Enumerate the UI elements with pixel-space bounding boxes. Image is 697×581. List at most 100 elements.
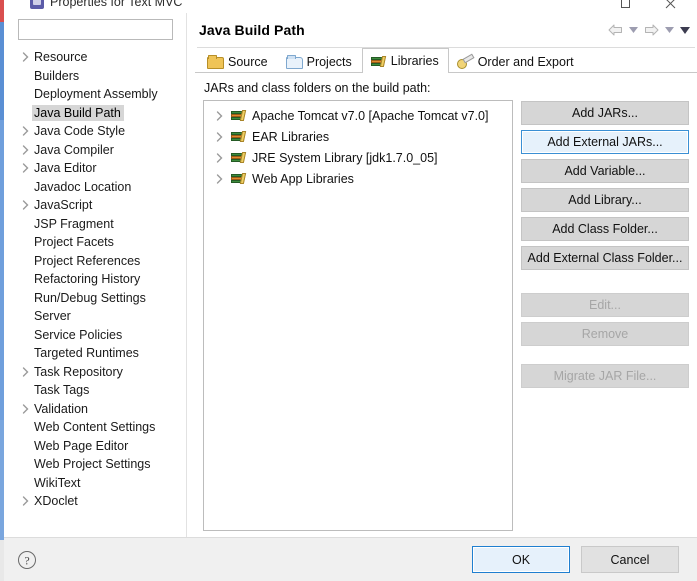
sidebar-item-label: Java Compiler	[34, 142, 114, 157]
sidebar-item-label: Server	[34, 309, 71, 324]
sidebar-item-label: Refactoring History	[34, 272, 141, 287]
forward-arrow-icon[interactable]	[642, 21, 661, 39]
settings-tree: Resource Builders Deployment Assembly Java …	[0, 46, 186, 537]
list-item-label: Web App Libraries	[252, 171, 354, 186]
sidebar-item-label: JavaScript	[34, 198, 93, 213]
sidebar-item-deployment-assembly[interactable]: Deployment Assembly	[0, 85, 186, 104]
sidebar-item-project-references[interactable]: Project References	[0, 252, 186, 271]
tab-projects[interactable]: Projects	[278, 49, 362, 73]
tab-label: Libraries	[390, 54, 439, 68]
sidebar-item-label: Java Build Path	[32, 104, 124, 121]
add-library-button[interactable]: Add Library...	[521, 188, 689, 212]
page-menu-chevron-down-icon[interactable]	[678, 21, 691, 39]
sidebar-item-task-tags[interactable]: Task Tags	[0, 381, 186, 400]
sidebar-item-label: Task Tags	[34, 383, 90, 398]
sidebar-item-targeted-runtimes[interactable]: Targeted Runtimes	[0, 344, 186, 363]
sidebar-item-javascript[interactable]: JavaScript	[0, 196, 186, 215]
list-item-label: JRE System Library [jdk1.7.0_05]	[252, 150, 438, 165]
list-item[interactable]: Apache Tomcat v7.0 [Apache Tomcat v7.0]	[204, 105, 512, 126]
dialog-body: Resource Builders Deployment Assembly Java …	[0, 13, 697, 537]
sidebar-item-wikitext[interactable]: WikiText	[0, 474, 186, 493]
sidebar-item-javadoc-location[interactable]: Javadoc Location	[0, 178, 186, 197]
sidebar-item-label: Targeted Runtimes	[34, 346, 139, 361]
expand-chevron-right-icon[interactable]	[18, 496, 32, 506]
sidebar-item-label: Resource	[34, 50, 88, 65]
list-item-label: Apache Tomcat v7.0 [Apache Tomcat v7.0]	[252, 108, 489, 123]
expand-chevron-right-icon[interactable]	[212, 173, 227, 184]
expand-chevron-right-icon[interactable]	[18, 52, 32, 62]
close-button[interactable]	[648, 0, 693, 13]
expand-chevron-right-icon[interactable]	[18, 200, 32, 210]
projects-folder-icon	[285, 54, 303, 69]
expand-chevron-right-icon[interactable]	[212, 131, 227, 142]
sidebar-item-label: Java Code Style	[34, 124, 126, 139]
add-variable-button[interactable]: Add Variable...	[521, 159, 689, 183]
cancel-button[interactable]: Cancel	[581, 546, 679, 573]
tab-order-and-export[interactable]: Order and Export	[449, 49, 584, 73]
sidebar-item-resource[interactable]: Resource	[0, 48, 186, 67]
expand-chevron-right-icon[interactable]	[212, 110, 227, 121]
sidebar-item-service-policies[interactable]: Service Policies	[0, 326, 186, 345]
add-class-folder-button[interactable]: Add Class Folder...	[521, 217, 689, 241]
add-external-class-folder-button[interactable]: Add External Class Folder...	[521, 246, 689, 270]
migrate-jar-file-button: Migrate JAR File...	[521, 364, 689, 388]
forward-menu-chevron-down-icon[interactable]	[663, 21, 676, 39]
expand-chevron-right-icon[interactable]	[18, 163, 32, 173]
properties-window-icon	[30, 0, 44, 9]
sidebar-item-validation[interactable]: Validation	[0, 400, 186, 419]
back-arrow-icon[interactable]	[606, 21, 625, 39]
sidebar-item-web-page-editor[interactable]: Web Page Editor	[0, 437, 186, 456]
sidebar-item-java-code-style[interactable]: Java Code Style	[0, 122, 186, 141]
properties-dialog: Properties for Text MVC Resource Builders…	[0, 0, 697, 581]
sidebar-item-label: Task Repository	[34, 364, 123, 379]
help-question-icon[interactable]: ?	[16, 549, 38, 571]
footer-buttons: OK Cancel	[472, 546, 679, 573]
maximize-button[interactable]	[603, 0, 648, 13]
sidebar-item-java-build-path[interactable]: Java Build Path	[0, 104, 186, 123]
list-label: JARs and class folders on the build path…	[204, 81, 431, 95]
list-item[interactable]: EAR Libraries	[204, 126, 512, 147]
sidebar-item-project-facets[interactable]: Project Facets	[0, 233, 186, 252]
sidebar-item-builders[interactable]: Builders	[0, 67, 186, 86]
ok-button[interactable]: OK	[472, 546, 570, 573]
sidebar-item-server[interactable]: Server	[0, 307, 186, 326]
sidebar-item-java-compiler[interactable]: Java Compiler	[0, 141, 186, 160]
tab-source[interactable]: Source	[199, 49, 278, 73]
tab-label: Source	[228, 54, 268, 69]
edit-button: Edit...	[521, 293, 689, 317]
expand-chevron-right-icon[interactable]	[18, 145, 32, 155]
expand-chevron-right-icon[interactable]	[18, 126, 32, 136]
sidebar-item-task-repository[interactable]: Task Repository	[0, 363, 186, 382]
expand-chevron-right-icon[interactable]	[18, 404, 32, 414]
sidebar-item-java-editor[interactable]: Java Editor	[0, 159, 186, 178]
dialog-footer: ? OK Cancel	[0, 537, 697, 581]
sidebar-item-xdoclet[interactable]: XDoclet	[0, 492, 186, 511]
list-item-label: EAR Libraries	[252, 129, 330, 144]
add-jars-button[interactable]: Add JARs...	[521, 101, 689, 125]
sidebar-item-web-project-settings[interactable]: Web Project Settings	[0, 455, 186, 474]
sidebar-item-refactoring-history[interactable]: Refactoring History	[0, 270, 186, 289]
sidebar-item-label: Project References	[34, 253, 141, 268]
tab-libraries[interactable]: Libraries	[361, 48, 449, 73]
library-icon	[230, 108, 247, 123]
list-item[interactable]: Web App Libraries	[204, 168, 512, 189]
sidebar-item-run-debug-settings[interactable]: Run/Debug Settings	[0, 289, 186, 308]
list-item[interactable]: JRE System Library [jdk1.7.0_05]	[204, 147, 512, 168]
settings-sidebar: Resource Builders Deployment Assembly Java …	[0, 13, 187, 537]
expand-chevron-right-icon[interactable]	[18, 367, 32, 377]
settings-filter-input[interactable]	[18, 19, 173, 40]
back-menu-chevron-down-icon[interactable]	[627, 21, 640, 39]
sidebar-item-web-content-settings[interactable]: Web Content Settings	[0, 418, 186, 437]
libraries-tab-panel: JARs and class folders on the build path…	[195, 73, 697, 537]
sidebar-item-label: Builders	[34, 68, 80, 83]
page-title: Java Build Path	[199, 22, 305, 38]
sidebar-item-jsp-fragment[interactable]: JSP Fragment	[0, 215, 186, 234]
title-bar-left: Properties for Text MVC	[30, 0, 182, 9]
sidebar-item-label: Deployment Assembly	[34, 87, 158, 102]
window-controls	[603, 0, 693, 13]
build-path-list[interactable]: Apache Tomcat v7.0 [Apache Tomcat v7.0] E…	[203, 100, 513, 531]
sidebar-item-label: XDoclet	[34, 494, 78, 509]
svg-text:?: ?	[24, 553, 29, 567]
expand-chevron-right-icon[interactable]	[212, 152, 227, 163]
add-external-jars-button[interactable]: Add External JARs...	[521, 130, 689, 154]
